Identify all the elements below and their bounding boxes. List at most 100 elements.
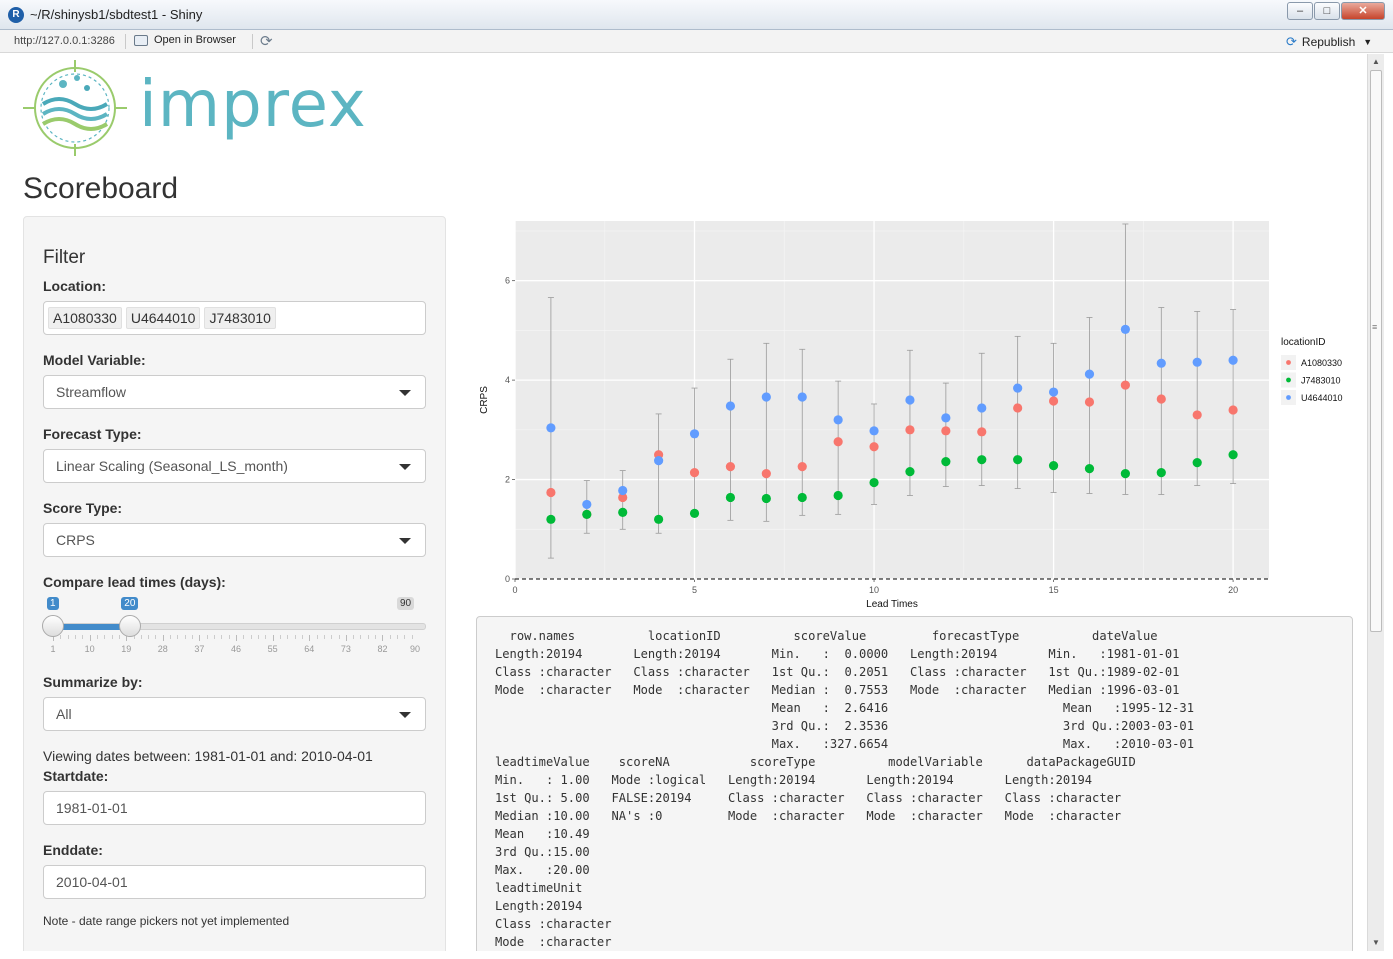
data-point-u4644010 [654,456,664,466]
open-in-browser-label: Open in Browser [154,34,236,46]
window-title: ~/R/shinysb1/sbdtest1 - Shiny [30,7,203,22]
refresh-icon[interactable]: ⟳ [260,32,273,50]
data-point-a1080330 [833,437,843,447]
data-point-u4644010 [1228,355,1238,365]
filter-title: Filter [43,247,86,268]
republish-button[interactable]: ⟳ Republish ▼ [1286,34,1372,50]
scrollbar-thumb[interactable] [1370,70,1382,632]
model-variable-value: Streamflow [56,384,127,400]
open-in-browser-button[interactable]: Open in Browser [134,34,236,46]
data-point-u4644010 [582,499,592,510]
summary-line: Mean :10.49 [495,827,590,841]
slider-tick [140,635,142,639]
rstudio-icon: R [8,7,24,23]
location-select[interactable]: A1080330 U4644010 J7483010 [43,301,426,335]
slider-tick-label: 90 [409,644,421,654]
startdate-value: 1981-01-01 [56,800,128,816]
compare-lead-times-label: Compare lead times (days): [43,574,226,590]
slider-tick [155,635,157,639]
slider-tick [316,635,318,639]
score-type-value: CRPS [56,532,95,548]
slider-from-label: 1 [47,597,59,610]
data-point-a1080330 [1156,394,1166,404]
slider-tick [206,635,208,639]
scroll-up-icon[interactable]: ▲ [1372,57,1380,66]
slider-tick-label: 82 [377,644,388,654]
summary-line: leadtimeValue scoreNA scoreType modelVar… [495,755,1136,769]
data-point-j7483010 [618,507,628,517]
slider-ticks [53,635,415,641]
data-point-j7483010 [1228,450,1238,460]
data-point-j7483010 [1013,455,1023,465]
model-variable-select[interactable]: Streamflow [43,375,426,409]
slider-tick [67,635,69,639]
legend-key [1286,395,1291,400]
y-tick-label: 2 [505,475,510,485]
summary-line: Median :10.00 NA's :0 Mode :character Mo… [495,809,1122,823]
slider-tick [96,635,98,639]
chevron-down-icon[interactable]: ▼ [1363,37,1372,47]
maximize-button[interactable]: □ [1314,2,1340,20]
data-point-a1080330 [1013,403,1023,413]
location-chip[interactable]: A1080330 [48,307,122,329]
summarize-by-select[interactable]: All [43,697,426,731]
slider-tick-label: 28 [157,644,168,654]
summary-line: Length:20194 Length:20194 Min. : 0.0000 … [495,647,1180,661]
chevron-down-icon [399,712,411,718]
summary-line: Min. : 1.00 Mode :logical Length:20194 L… [495,773,1093,787]
data-point-j7483010 [797,492,807,503]
data-point-u4644010 [1156,358,1166,368]
enddate-input[interactable]: 2010-04-01 [43,865,426,899]
vertical-scrollbar[interactable]: ▲ ≡ ▼ [1367,54,1384,951]
x-tick-label: 20 [1228,585,1238,595]
summary-line: Class :character [495,917,612,931]
data-point-a1080330 [546,487,556,498]
slider-tick-label: 37 [194,644,205,654]
data-point-j7483010 [725,492,736,503]
legend-key [1286,360,1291,365]
logo-emblem-icon [23,60,127,156]
slider-tick [265,635,267,639]
x-tick-label: 10 [869,585,879,595]
startdate-input[interactable]: 1981-01-01 [43,791,426,825]
data-point-u4644010 [977,403,987,413]
summarize-by-value: All [56,706,72,722]
data-point-u4644010 [833,415,843,425]
data-point-a1080330 [1120,380,1130,390]
toolbar-divider [252,34,253,49]
legend-title: locationID [1281,337,1325,348]
location-chip[interactable]: U4644010 [125,307,201,329]
filter-panel: Filter Location: A1080330 U4644010 J7483… [23,216,446,951]
slider-tick [338,635,340,639]
data-point-u4644010 [1013,383,1023,393]
slider-handle-to[interactable] [119,615,142,637]
minimize-button[interactable]: – [1287,2,1313,20]
data-point-u4644010 [725,401,736,411]
slider-tick [236,635,238,641]
data-point-j7483010 [941,457,951,467]
slider-tick [104,635,106,639]
slider-tick [257,635,259,639]
viewing-dates-text: Viewing dates between: 1981-01-01 and: 2… [43,748,373,764]
forecast-type-select[interactable]: Linear Scaling (Seasonal_LS_month) [43,449,426,483]
data-point-j7483010 [761,493,771,504]
slider-handle-from[interactable] [42,615,64,637]
summary-line: row.names locationID scoreValue forecast… [509,629,1158,643]
slider-tick [228,635,230,639]
crps-scatter-plot: 0 5 10 15 20 0 2 4 6 Lead Times CRPS locationID A108… [479,221,1343,610]
slider-tick [287,635,289,639]
chevron-down-icon [399,464,411,470]
scroll-down-icon[interactable]: ▼ [1372,938,1380,947]
data-point-a1080330 [869,442,879,452]
slider-tick [82,635,84,639]
window-titlebar: R ~/R/shinysb1/sbdtest1 - Shiny – □ ✕ [0,0,1393,30]
app-page: imprex Scoreboard Filter Location: A1080… [9,54,1367,951]
summary-line: Max. :327.6654 Max. :2010-03-01 [771,737,1194,751]
location-chip[interactable]: J7483010 [204,307,276,329]
lead-time-range-slider[interactable]: 1 20 90 1 10 19 28 37 46 55 64 73 82 90 [42,597,426,657]
data-point-u4644010 [869,426,879,436]
data-point-j7483010 [689,508,700,518]
close-button[interactable]: ✕ [1341,2,1385,20]
score-type-select[interactable]: CRPS [43,523,426,557]
viewer-toolbar: http://127.0.0.1:3286 Open in Browser ⟳ … [0,30,1393,53]
